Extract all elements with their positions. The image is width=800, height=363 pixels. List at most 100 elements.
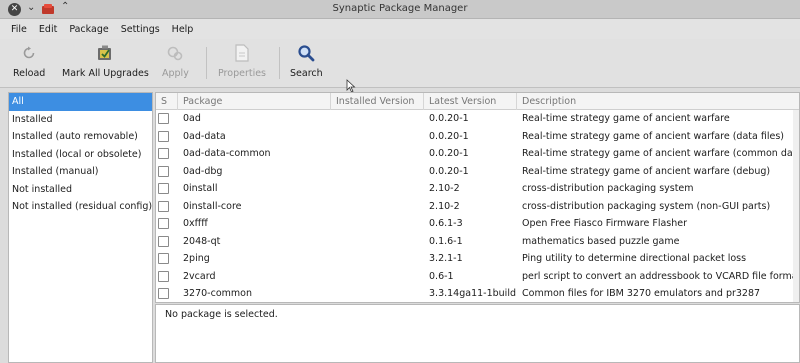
cell-description: Real-time strategy game of ancient warfa… bbox=[522, 130, 784, 142]
table-row[interactable]: 0ad-dbg 0.0.20-1 Real-time strategy game o… bbox=[156, 163, 799, 181]
scrollbar[interactable] bbox=[793, 110, 799, 302]
cell-package: 0ad-data-common bbox=[183, 148, 271, 159]
table-row[interactable]: 0install 2.10-2 cross-distribution packagi… bbox=[156, 180, 799, 198]
menu-settings[interactable]: Settings bbox=[115, 24, 166, 35]
package-details: No package is selected. bbox=[155, 304, 800, 363]
status-checkbox[interactable] bbox=[158, 253, 169, 264]
title-bar: ✕ ⌄ ⌃ Synaptic Package Manager bbox=[0, 0, 800, 19]
properties-icon bbox=[233, 44, 251, 62]
cell-installed-version bbox=[331, 145, 424, 163]
menu-help[interactable]: Help bbox=[166, 24, 200, 35]
reload-button[interactable]: Reload bbox=[13, 44, 45, 79]
cell-latest-version: 0.0.20-1 bbox=[429, 165, 469, 177]
cell-package: 2vcard bbox=[183, 270, 216, 282]
filter-installed-auto-removable[interactable]: Installed (auto removable) bbox=[9, 128, 152, 146]
table-row[interactable]: 3270-common 3.3.14ga11-1build1 Common file… bbox=[156, 285, 799, 302]
cell-installed-version bbox=[331, 268, 424, 286]
column-header-package[interactable]: Package bbox=[178, 93, 331, 110]
status-checkbox[interactable] bbox=[158, 270, 169, 282]
cell-installed-version bbox=[331, 250, 424, 268]
cell-installed-version bbox=[331, 128, 424, 146]
cell-description: cross-distribution packaging system bbox=[522, 183, 694, 194]
status-checkbox[interactable] bbox=[158, 113, 169, 124]
properties-button[interactable]: Properties bbox=[218, 44, 266, 79]
menu-file[interactable]: File bbox=[5, 24, 33, 35]
cell-package: 0ad-dbg bbox=[183, 165, 223, 177]
cell-latest-version: 0.6.1-3 bbox=[429, 218, 463, 229]
filter-not-installed-residual-config[interactable]: Not installed (residual config) bbox=[9, 198, 152, 216]
filter-not-installed[interactable]: Not installed bbox=[9, 181, 152, 199]
apply-icon bbox=[166, 44, 184, 62]
search-icon bbox=[297, 44, 315, 62]
status-checkbox[interactable] bbox=[158, 200, 169, 212]
window-title: Synaptic Package Manager bbox=[332, 3, 468, 14]
cell-latest-version: 2.10-2 bbox=[429, 200, 460, 212]
cell-installed-version bbox=[331, 198, 424, 216]
cell-description: cross-distribution packaging system (non… bbox=[522, 200, 771, 212]
cell-latest-version: 0.0.20-1 bbox=[429, 148, 469, 159]
status-checkbox[interactable] bbox=[158, 218, 169, 229]
filter-all[interactable]: All bbox=[9, 93, 152, 111]
table-row[interactable]: 2ping 3.2.1-1 Ping utility to determine di… bbox=[156, 250, 799, 268]
toolbar-separator bbox=[206, 47, 207, 79]
cell-latest-version: 0.0.20-1 bbox=[429, 130, 469, 142]
table-row[interactable]: 2048-qt 0.1.6-1 mathematics based puzzle g… bbox=[156, 233, 799, 251]
details-message: No package is selected. bbox=[165, 309, 278, 320]
mark-all-upgrades-button[interactable]: Mark All Upgrades bbox=[62, 44, 149, 79]
toolbar-separator bbox=[279, 47, 280, 79]
cell-package: 0install bbox=[183, 183, 218, 194]
cell-description: Real-time strategy game of ancient warfa… bbox=[522, 148, 800, 159]
cell-package: 0xffff bbox=[183, 218, 208, 229]
upgrade-icon bbox=[96, 44, 114, 62]
filter-installed[interactable]: Installed bbox=[9, 111, 152, 129]
cell-description: mathematics based puzzle game bbox=[522, 235, 680, 247]
cell-package: 2048-qt bbox=[183, 235, 221, 247]
table-row[interactable]: 2vcard 0.6-1 perl script to convert an add… bbox=[156, 268, 800, 286]
menu-bar: File Edit Package Settings Help bbox=[0, 19, 800, 39]
package-table: S Package Installed Version Latest Versi… bbox=[155, 92, 800, 303]
cell-latest-version: 0.0.20-1 bbox=[429, 113, 469, 124]
status-checkbox[interactable] bbox=[158, 148, 169, 159]
table-row[interactable]: 0ad-data-common 0.0.20-1 Real-time strateg… bbox=[156, 145, 800, 163]
status-checkbox[interactable] bbox=[158, 130, 169, 142]
column-header-latest-version[interactable]: Latest Version bbox=[424, 93, 517, 110]
column-header-description[interactable]: Description bbox=[517, 93, 799, 110]
cell-package: 3270-common bbox=[183, 288, 252, 299]
cell-installed-version bbox=[331, 215, 424, 233]
cell-latest-version: 3.3.14ga11-1build1 bbox=[429, 288, 517, 299]
table-row[interactable]: 0xffff 0.6.1-3 Open Free Fiasco Firmware F… bbox=[156, 215, 799, 233]
cell-package: 0install-core bbox=[183, 200, 242, 212]
cell-description: Real-time strategy game of ancient warfa… bbox=[522, 113, 730, 124]
status-checkbox[interactable] bbox=[158, 288, 169, 299]
filter-installed-manual[interactable]: Installed (manual) bbox=[9, 163, 152, 181]
table-row[interactable]: 0ad-data 0.0.20-1 Real-time strategy game … bbox=[156, 128, 799, 146]
search-button[interactable]: Search bbox=[290, 44, 323, 79]
cell-latest-version: 0.1.6-1 bbox=[429, 235, 463, 247]
cell-package: 0ad bbox=[183, 113, 201, 124]
mouse-pointer-icon bbox=[346, 79, 356, 93]
cell-package: 2ping bbox=[183, 253, 210, 264]
cell-installed-version bbox=[331, 285, 424, 302]
menu-edit[interactable]: Edit bbox=[33, 24, 63, 35]
status-checkbox[interactable] bbox=[158, 165, 169, 177]
cell-latest-version: 3.2.1-1 bbox=[429, 253, 463, 264]
cell-installed-version bbox=[331, 163, 424, 181]
cell-installed-version bbox=[331, 233, 424, 251]
table-header: S Package Installed Version Latest Versi… bbox=[156, 93, 799, 110]
column-header-status[interactable]: S bbox=[156, 93, 178, 110]
cell-description: Ping utility to determine directional pa… bbox=[522, 253, 747, 264]
filter-list: All Installed Installed (auto removable)… bbox=[8, 92, 153, 363]
cell-description: perl script to convert an addressbook to… bbox=[522, 270, 800, 282]
toolbar: Reload Mark All Upgrades Apply Propertie… bbox=[0, 39, 800, 88]
column-header-installed-version[interactable]: Installed Version bbox=[331, 93, 424, 110]
cell-latest-version: 2.10-2 bbox=[429, 183, 460, 194]
status-checkbox[interactable] bbox=[158, 235, 169, 247]
menu-package[interactable]: Package bbox=[63, 24, 114, 35]
cell-description: Open Free Fiasco Firmware Flasher bbox=[522, 218, 688, 229]
table-row[interactable]: 0install-core 2.10-2 cross-distribution pa… bbox=[156, 198, 799, 216]
status-checkbox[interactable] bbox=[158, 183, 169, 194]
apply-button[interactable]: Apply bbox=[162, 44, 189, 79]
filter-installed-local-or-obsolete[interactable]: Installed (local or obsolete) bbox=[9, 146, 152, 164]
cell-package: 0ad-data bbox=[183, 130, 226, 142]
table-row[interactable]: 0ad 0.0.20-1 Real-time strategy game of an… bbox=[156, 110, 799, 128]
